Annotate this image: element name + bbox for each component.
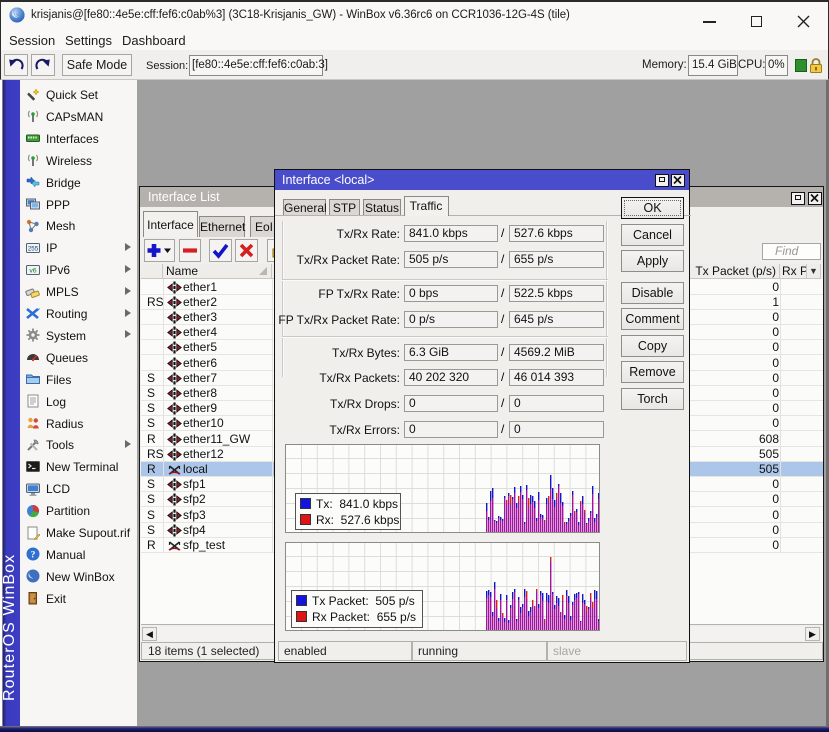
svg-text:v6: v6 [29,267,36,274]
svg-text:?: ? [31,551,36,561]
svg-text:255: 255 [28,245,39,252]
